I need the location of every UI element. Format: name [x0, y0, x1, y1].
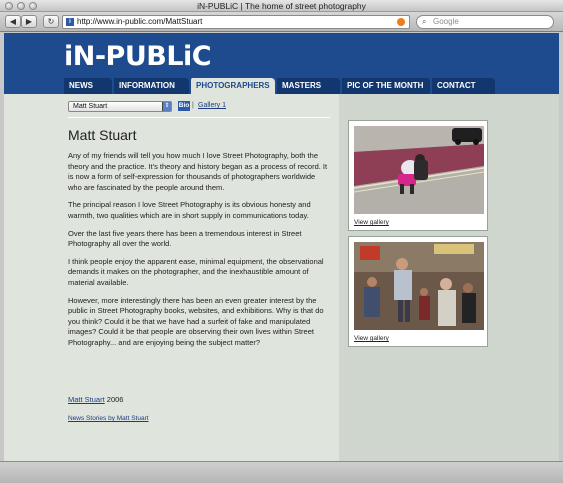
back-arrow-icon: ◀: [9, 17, 17, 26]
site-header: iN-PUBLiC News Information Photographers…: [4, 33, 559, 94]
bio-tab[interactable]: Bio: [178, 101, 190, 111]
status-bar: [0, 461, 563, 483]
main-content: Matt Stuart ⇕ Bio | Gallery 1 Matt Stuar…: [4, 94, 339, 461]
window-title: iN-PUBLiC | The home of street photograp…: [197, 1, 366, 11]
view-gallery-link[interactable]: View gallery: [354, 335, 389, 343]
gallery-1-link[interactable]: Gallery 1: [198, 101, 226, 111]
nav-label: Contact: [437, 81, 476, 90]
back-button[interactable]: ◀: [5, 15, 21, 28]
site-logo[interactable]: iN-PUBLiC: [64, 43, 212, 71]
photographer-select-value: Matt Stuart: [73, 103, 108, 110]
credit-year: 2006: [106, 395, 124, 404]
url-text: http://www.in-public.com/MattStuart: [77, 17, 203, 26]
view-gallery-link[interactable]: View gallery: [354, 219, 389, 227]
page-viewport: iN-PUBLiC News Information Photographers…: [4, 33, 559, 461]
bio-paragraph: Any of my friends will tell you how much…: [68, 151, 328, 192]
photographer-name: Matt Stuart: [68, 127, 137, 143]
reload-icon: ↻: [47, 17, 55, 26]
nav-item-photographers[interactable]: Photographers: [191, 78, 275, 94]
select-arrows-icon: ⇕: [162, 102, 171, 111]
title-bar: iN-PUBLiC | The home of street photograp…: [0, 0, 563, 12]
nav-item-masters[interactable]: Masters: [277, 78, 340, 94]
nav-item-pic-of-the-month[interactable]: Pic of the Month: [342, 78, 430, 94]
search-placeholder: Google: [433, 17, 459, 26]
reload-button[interactable]: ↻: [43, 15, 59, 28]
photo-street-scene-2: [354, 242, 484, 330]
forward-arrow-icon: ▶: [25, 17, 33, 26]
search-field[interactable]: ⌕ Google: [416, 15, 554, 29]
nav-item-news[interactable]: News: [64, 78, 112, 94]
nav-label: Masters: [282, 81, 322, 90]
bio-paragraph: However, more interestingly there has be…: [68, 295, 324, 347]
gallery-thumbnail-street-crossing[interactable]: [354, 126, 484, 214]
divider: [68, 117, 330, 118]
gallery-card: View gallery: [348, 120, 488, 231]
bio-paragraph: Over the last five years there has been …: [68, 228, 302, 249]
address-bar[interactable]: i http://www.in-public.com/MattStuart: [62, 15, 410, 29]
nav-label: Pic of the Month: [347, 81, 424, 90]
bio-paragraph: The principal reason I love Street Photo…: [68, 200, 311, 220]
nav-item-information[interactable]: Information: [114, 78, 189, 94]
gallery-thumbnail-crowd[interactable]: [354, 242, 484, 330]
nav-label: News: [69, 81, 93, 90]
photo-street-scene-1: [354, 126, 484, 214]
bio-paragraph: I think people enjoy the apparent ease, …: [68, 256, 324, 287]
nav-label: Photographers: [196, 81, 270, 90]
news-stories-link[interactable]: News Stories by Matt Stuart: [68, 414, 149, 423]
gallery-card: View gallery: [348, 236, 488, 347]
nav-label: Information: [119, 81, 175, 90]
author-credit: Matt Stuart 2006: [68, 395, 123, 405]
main-nav: News Information Photographers Masters P…: [64, 78, 497, 94]
rss-icon[interactable]: [397, 18, 405, 26]
nav-item-contact[interactable]: Contact: [432, 78, 495, 94]
separator: |: [192, 102, 194, 109]
photographer-select[interactable]: Matt Stuart ⇕: [68, 101, 172, 112]
author-link[interactable]: Matt Stuart: [68, 395, 105, 404]
forward-button[interactable]: ▶: [21, 15, 37, 28]
bio-text: Any of my friends will tell you how much…: [68, 151, 328, 356]
gallery-sidebar: View gallery View gallery: [339, 94, 559, 461]
site-favicon-icon: i: [66, 18, 74, 26]
browser-window: iN-PUBLiC | The home of street photograp…: [0, 0, 563, 483]
search-icon: ⌕: [422, 17, 427, 26]
browser-toolbar: ◀ ▶ ↻ i http://www.in-public.com/MattStu…: [0, 12, 563, 32]
